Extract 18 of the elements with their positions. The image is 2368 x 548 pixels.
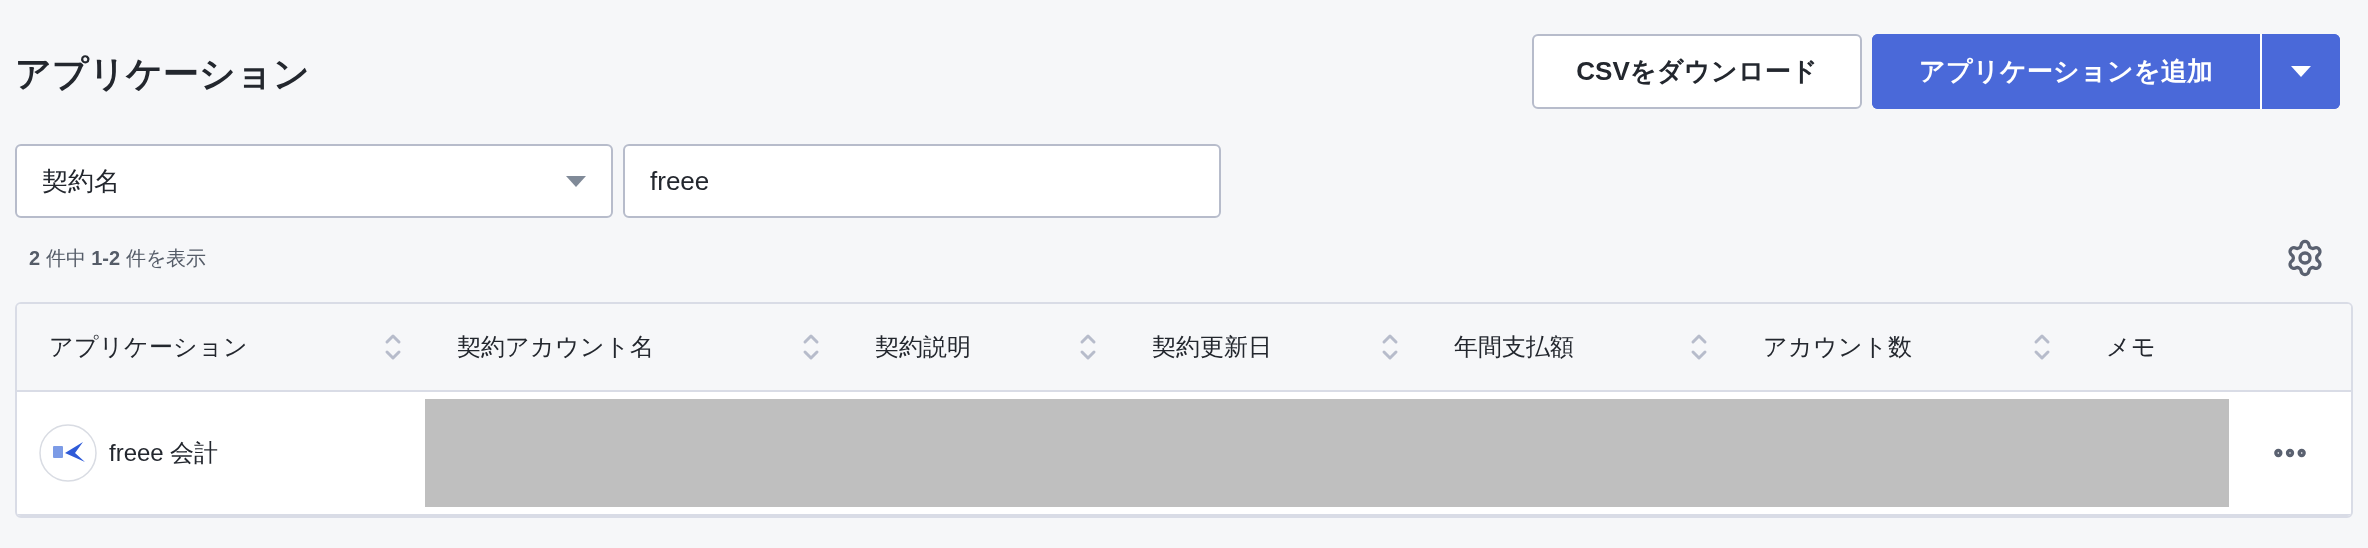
caret-icon — [566, 175, 586, 187]
column-header[interactable]: 年間支払額 — [1422, 304, 1731, 390]
settings-icon[interactable] — [2285, 238, 2325, 278]
download-button[interactable]: CSVをダウンロード — [1532, 34, 1862, 109]
column-header[interactable]: 契約更新日 — [1120, 304, 1422, 390]
column-header[interactable]: メモ — [2074, 304, 2180, 390]
page-title: アプリケーション — [15, 56, 310, 92]
field-select[interactable]: 契約名 — [15, 144, 613, 218]
search-field[interactable]: freee — [623, 144, 1221, 218]
application-name: freee 会計 — [109, 438, 219, 468]
column-header[interactable]: 契約説明 — [843, 304, 1120, 390]
column-header[interactable]: 契約アカウント名 — [425, 304, 843, 390]
result-count: 2 件中 1-2 件を表示 — [29, 246, 206, 271]
app-logo-icon — [39, 424, 97, 482]
caret-icon — [2291, 66, 2311, 77]
column-header[interactable]: アカウント数 — [1731, 304, 2074, 390]
select-value: 契約名 — [42, 164, 120, 198]
column-header[interactable]: アプリケーション — [17, 304, 425, 390]
